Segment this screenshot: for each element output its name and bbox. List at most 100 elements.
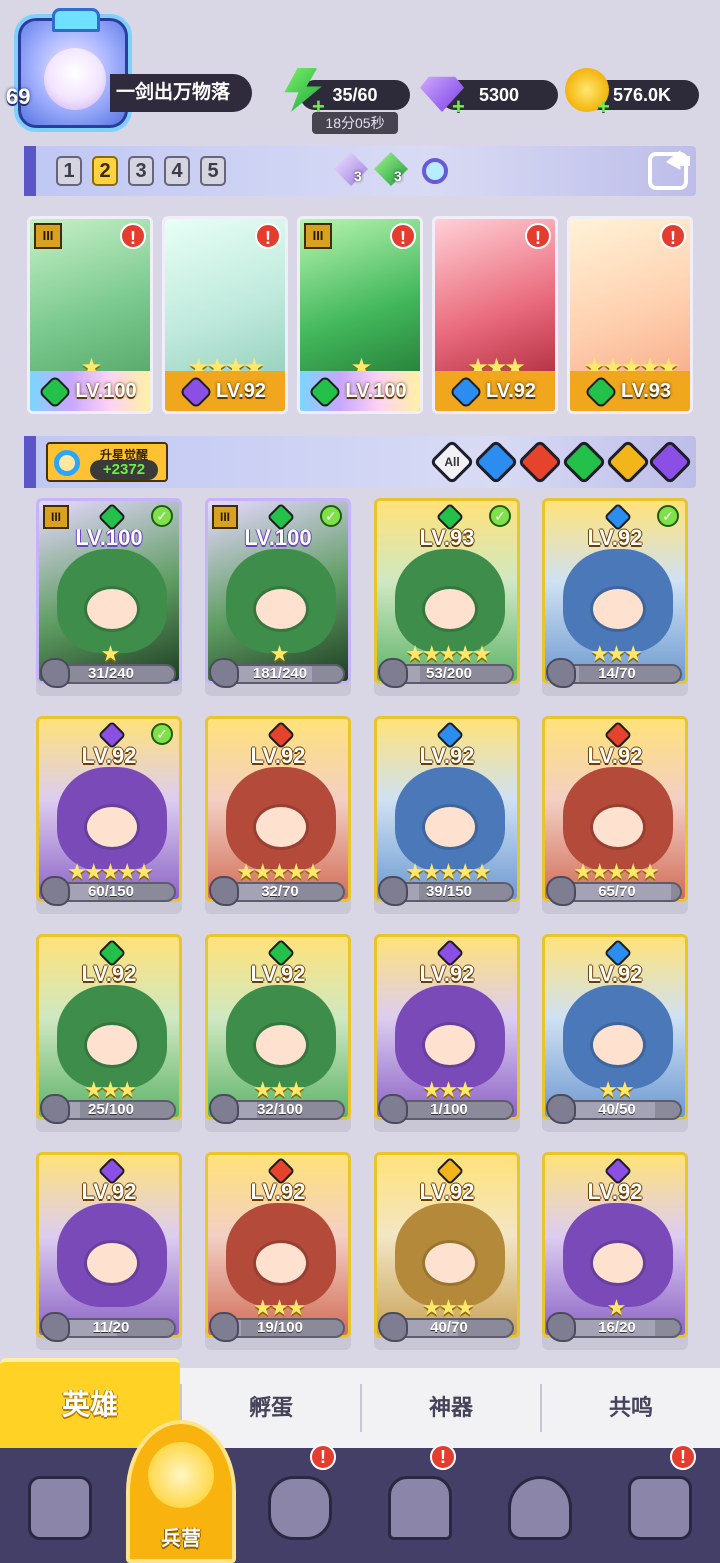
in-team-check-icon: ✓ bbox=[320, 505, 342, 527]
hero-level-bar: LV.93 bbox=[570, 371, 690, 411]
fragment-icon bbox=[546, 876, 576, 906]
barracks-icon bbox=[148, 1442, 214, 1508]
hero-card[interactable]: LV.92 ★★★★★ 39/150 bbox=[374, 716, 520, 914]
team-tab-2[interactable]: 2 bbox=[92, 156, 118, 186]
hero-card-frame: ✓ LV.93 ★★★★★ bbox=[374, 498, 520, 684]
hero-level: LV.92 bbox=[215, 380, 267, 402]
player-avatar[interactable] bbox=[14, 8, 132, 132]
hero-card-frame: LV.92 ★★ bbox=[542, 934, 688, 1120]
nav-cards[interactable] bbox=[20, 1468, 100, 1548]
hero-card[interactable]: III ✓ LV.100 ★ 31/240 bbox=[36, 498, 182, 696]
filter-light-icon[interactable] bbox=[605, 439, 651, 485]
nav-guild[interactable]: ! bbox=[620, 1444, 700, 1548]
in-team-check-icon: ✓ bbox=[657, 505, 679, 527]
hero-portrait bbox=[563, 985, 673, 1089]
team-hero-card[interactable]: ! ★★★ LV.92 bbox=[432, 216, 558, 414]
hero-card[interactable]: LV.92 ★★ 40/50 bbox=[542, 934, 688, 1132]
hero-card[interactable]: LV.92 ★ 16/20 bbox=[542, 1152, 688, 1350]
hero-card-frame: ✓ LV.92 ★★★ bbox=[542, 498, 688, 684]
guild-icon bbox=[628, 1476, 692, 1540]
nav-book[interactable]: ! bbox=[260, 1444, 340, 1548]
rank-badge: III bbox=[304, 223, 332, 249]
energy-counter[interactable]: + 35/60 bbox=[284, 68, 410, 119]
book-icon bbox=[268, 1476, 332, 1540]
team-tab-4[interactable]: 4 bbox=[164, 156, 190, 186]
hero-card[interactable]: III ✓ LV.100 ★ 181/240 bbox=[205, 498, 351, 696]
hero-portrait bbox=[395, 985, 505, 1089]
hero-level: LV.92 bbox=[419, 1179, 475, 1204]
filter-water-icon[interactable] bbox=[473, 439, 519, 485]
team-tab-3[interactable]: 3 bbox=[128, 156, 154, 186]
team-hero-card[interactable]: III! ★ LV.100 bbox=[27, 216, 153, 414]
hero-level: LV.92 bbox=[587, 743, 643, 768]
hero-card[interactable]: LV.92 ★★★ 40/70 bbox=[374, 1152, 520, 1350]
hero-card[interactable]: LV.92 ★★★ 1/100 bbox=[374, 934, 520, 1132]
hero-card-frame: ✓ LV.92 ★★★★★ bbox=[36, 716, 182, 902]
hero-card[interactable]: LV.92 ★★★★★ 65/70 bbox=[542, 716, 688, 914]
team-hero-card[interactable]: III! ★ LV.100 bbox=[297, 216, 423, 414]
team-hero-card[interactable]: ! ★★★★ LV.92 bbox=[162, 216, 288, 414]
hero-card[interactable]: LV.92 11/20 bbox=[36, 1152, 182, 1350]
player-name[interactable]: 一剑出万物落 bbox=[110, 74, 252, 112]
hero-level: LV.92 bbox=[250, 1179, 306, 1204]
add-gem-icon[interactable]: + bbox=[452, 92, 465, 122]
upgrade-alert-icon: ! bbox=[255, 223, 281, 249]
bar-accent bbox=[24, 436, 36, 488]
filter-all[interactable]: All bbox=[429, 439, 475, 485]
tab-artifact[interactable]: 神器 bbox=[360, 1384, 540, 1432]
hero-card-frame: LV.92 ★★★★★ bbox=[205, 716, 351, 902]
hero-level: LV.93 bbox=[620, 380, 672, 402]
nav-barracks-label: 兵营 bbox=[161, 1528, 201, 1550]
filter-wind-icon[interactable] bbox=[561, 439, 607, 485]
hero-level: LV.92 bbox=[81, 743, 137, 768]
element-icon bbox=[308, 374, 343, 409]
add-gold-icon[interactable]: + bbox=[597, 92, 610, 122]
fragment-icon bbox=[546, 658, 576, 688]
hero-card[interactable]: ✓ LV.93 ★★★★★ 53/200 bbox=[374, 498, 520, 696]
purple-crystal-icon[interactable] bbox=[334, 152, 368, 186]
filter-fire-icon[interactable] bbox=[517, 439, 563, 485]
nav-shrine[interactable]: ! bbox=[380, 1444, 460, 1548]
share-icon[interactable] bbox=[648, 152, 688, 190]
hero-level: LV.92 bbox=[485, 380, 537, 402]
element-icon bbox=[448, 374, 483, 409]
hero-card-frame: LV.92 ★★★ bbox=[205, 934, 351, 1120]
gem-counter[interactable]: + 5300 bbox=[420, 76, 558, 119]
hero-card-frame: LV.92 ★★★ bbox=[374, 1152, 520, 1338]
alert-badge: ! bbox=[430, 1444, 456, 1470]
hero-card[interactable]: LV.92 ★★★ 19/100 bbox=[205, 1152, 351, 1350]
gold-value: 576.0K bbox=[612, 85, 672, 105]
hero-card-frame: LV.92 ★★★ bbox=[374, 934, 520, 1120]
gold-counter[interactable]: + 576.0K bbox=[565, 68, 699, 119]
search-icon[interactable] bbox=[422, 158, 448, 184]
hero-level: LV.100 bbox=[244, 525, 312, 550]
nav-mushroom[interactable] bbox=[500, 1468, 580, 1548]
player-level: 69 bbox=[6, 84, 31, 109]
bar-accent bbox=[24, 146, 36, 196]
filter-dark-icon[interactable] bbox=[647, 439, 693, 485]
hero-card[interactable]: ✓ LV.92 ★★★★★ 60/150 bbox=[36, 716, 182, 914]
hero-portrait bbox=[226, 549, 336, 653]
hero-level: LV.92 bbox=[81, 1179, 137, 1204]
tab-hatch[interactable]: 孵蛋 bbox=[180, 1384, 360, 1432]
green-crystal-icon[interactable] bbox=[374, 152, 408, 186]
upgrade-alert-icon: ! bbox=[660, 223, 686, 249]
team-tab-1[interactable]: 1 bbox=[56, 156, 82, 186]
hero-card[interactable]: LV.92 ★★★ 32/100 bbox=[205, 934, 351, 1132]
hero-level: LV.92 bbox=[587, 961, 643, 986]
star-awaken-button[interactable]: 升星觉醒 +2372 bbox=[46, 442, 168, 482]
hero-portrait bbox=[226, 767, 336, 871]
hero-filter-bar: 升星觉醒 +2372 All bbox=[24, 436, 696, 488]
hero-level-bar: LV.92 bbox=[165, 371, 285, 411]
fragment-icon bbox=[209, 876, 239, 906]
nav-barracks[interactable]: 兵营 bbox=[126, 1420, 236, 1563]
shrine-icon bbox=[388, 1476, 452, 1540]
in-team-check-icon: ✓ bbox=[489, 505, 511, 527]
tab-resonance[interactable]: 共鸣 bbox=[540, 1384, 720, 1432]
hero-card[interactable]: LV.92 ★★★ 25/100 bbox=[36, 934, 182, 1132]
upgrade-alert-icon: ! bbox=[525, 223, 551, 249]
team-tab-5[interactable]: 5 bbox=[200, 156, 226, 186]
hero-card[interactable]: LV.92 ★★★★★ 32/70 bbox=[205, 716, 351, 914]
hero-card[interactable]: ✓ LV.92 ★★★ 14/70 bbox=[542, 498, 688, 696]
team-hero-card[interactable]: ! ★★★★★ LV.93 bbox=[567, 216, 693, 414]
